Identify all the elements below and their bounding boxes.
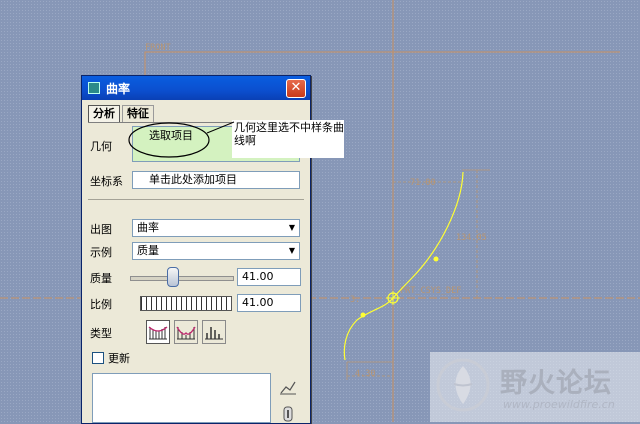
watermark-url: www.proewildfire.cn — [503, 398, 615, 411]
flame-logo-icon — [436, 358, 490, 412]
annotation-pointer — [206, 121, 235, 134]
watermark-title: 野火论坛 — [500, 368, 612, 399]
annotation-ellipse — [128, 122, 210, 158]
